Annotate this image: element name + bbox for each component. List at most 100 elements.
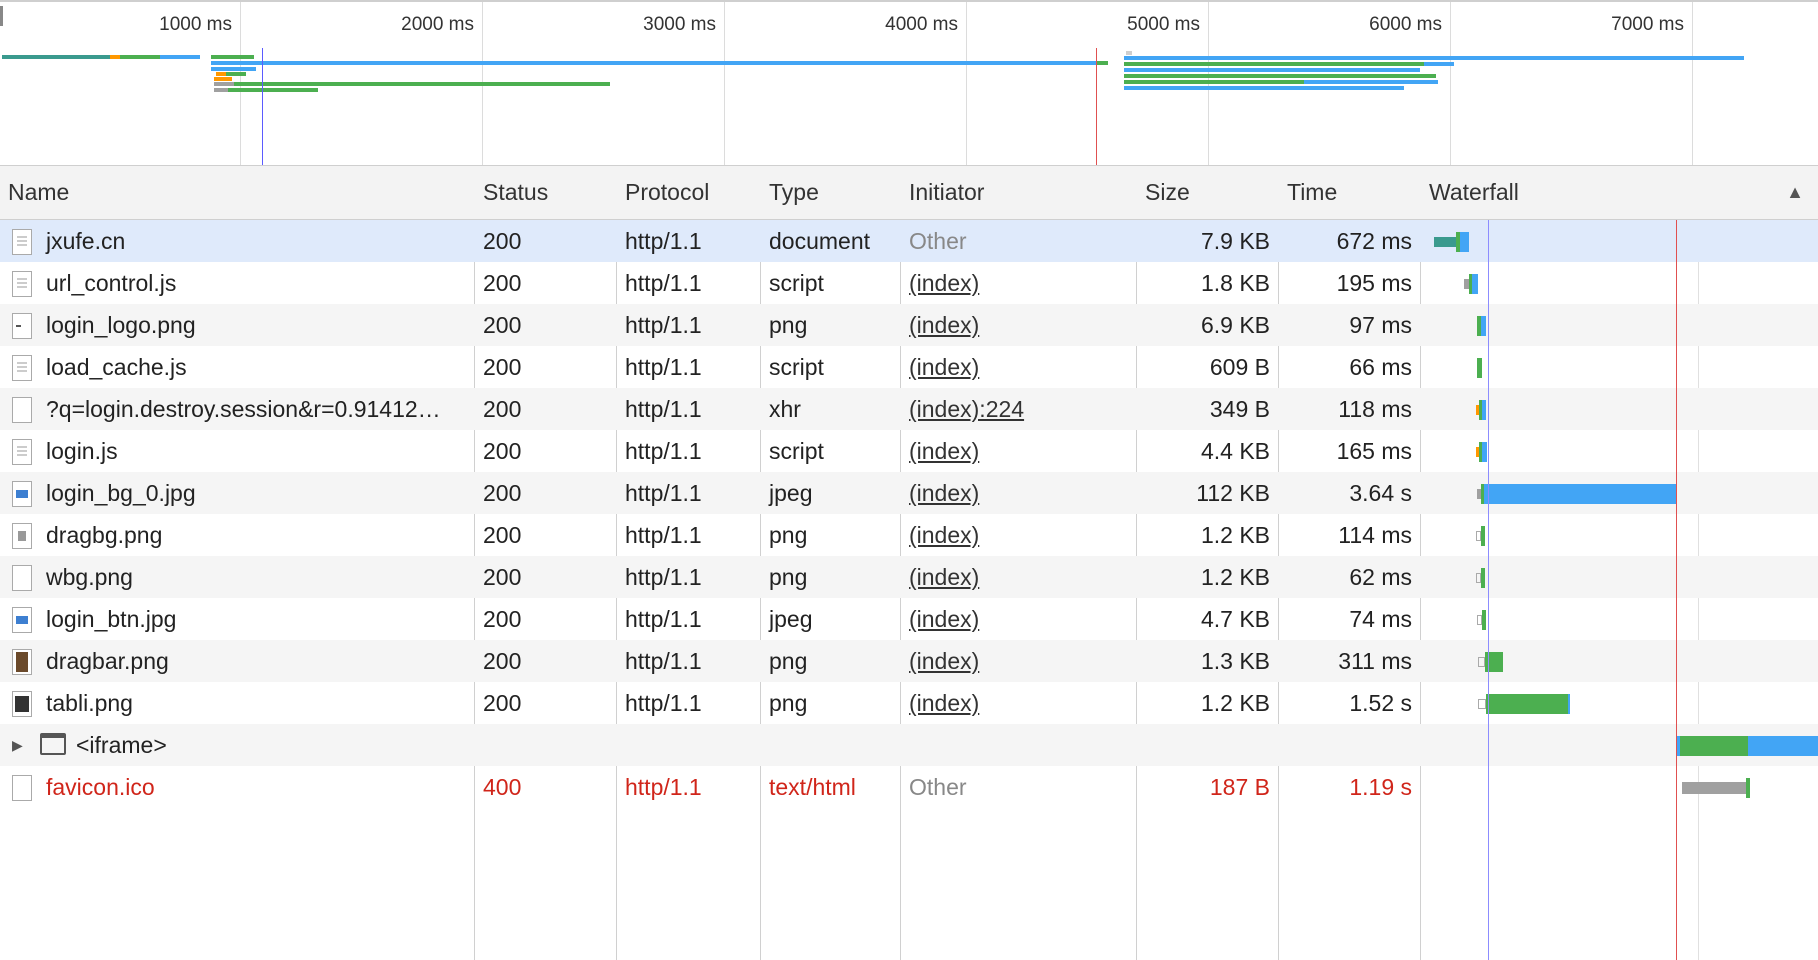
initiator-link[interactable]: (index) bbox=[909, 606, 979, 632]
table-row[interactable]: ▶ <iframe> bbox=[0, 724, 1818, 766]
request-name[interactable]: tabli.png bbox=[38, 682, 474, 724]
request-size: 4.4 KB bbox=[1200, 438, 1270, 464]
request-initiator: Other bbox=[909, 774, 967, 800]
column-header-protocol[interactable]: Protocol bbox=[617, 166, 760, 219]
request-size: 7.9 KB bbox=[1200, 228, 1270, 254]
request-name[interactable]: favicon.ico bbox=[38, 766, 474, 808]
request-name[interactable]: wbg.png bbox=[38, 556, 474, 598]
initiator-link[interactable]: (index) bbox=[909, 690, 979, 716]
blank-file-icon bbox=[12, 397, 32, 423]
request-name[interactable]: url_control.js bbox=[38, 262, 474, 304]
column-header-type[interactable]: Type bbox=[761, 166, 900, 219]
table-row[interactable]: load_cache.js 200 http/1.1 script (index… bbox=[0, 346, 1818, 388]
initiator-link[interactable]: (index) bbox=[909, 522, 979, 548]
table-row[interactable]: login_bg_0.jpg 200 http/1.1 jpeg (index)… bbox=[0, 472, 1818, 514]
request-name[interactable]: ?q=login.destroy.session&r=0.91412… bbox=[38, 388, 474, 430]
request-initiator[interactable]: (index) bbox=[901, 304, 1136, 346]
column-header-time[interactable]: Time bbox=[1279, 166, 1420, 219]
request-name[interactable]: login_logo.png bbox=[38, 304, 474, 346]
waterfall-bar[interactable] bbox=[1482, 400, 1486, 420]
waterfall-bar[interactable] bbox=[1481, 316, 1486, 336]
domcontentloaded-marker bbox=[1488, 220, 1489, 960]
request-initiator[interactable]: (index) bbox=[901, 640, 1136, 682]
column-header-status[interactable]: Status bbox=[475, 166, 616, 219]
table-row[interactable]: wbg.png 200 http/1.1 png (index) 1.2 KB … bbox=[0, 556, 1818, 598]
waterfall-bar[interactable] bbox=[1484, 484, 1676, 504]
column-header-initiator[interactable]: Initiator bbox=[901, 166, 1136, 219]
request-initiator[interactable]: (index) bbox=[901, 346, 1136, 388]
request-name[interactable]: dragbar.png bbox=[38, 640, 474, 682]
request-initiator[interactable]: (index):224 bbox=[901, 388, 1136, 430]
request-initiator: Other bbox=[909, 228, 967, 254]
waterfall-bar[interactable] bbox=[1482, 442, 1487, 462]
request-protocol: http/1.1 bbox=[625, 228, 702, 254]
request-initiator[interactable]: (index) bbox=[901, 262, 1136, 304]
waterfall-bar[interactable] bbox=[1746, 778, 1750, 798]
table-row[interactable]: dragbg.png 200 http/1.1 png (index) 1.2 … bbox=[0, 514, 1818, 556]
initiator-link[interactable]: (index) bbox=[909, 564, 979, 590]
waterfall-bar[interactable] bbox=[1748, 736, 1818, 756]
column-header-size[interactable]: Size bbox=[1137, 166, 1278, 219]
waterfall-bar[interactable] bbox=[1478, 657, 1485, 667]
overview-tick-label: 3000 ms bbox=[643, 14, 716, 35]
table-row[interactable]: favicon.ico 400 http/1.1 text/html Other… bbox=[0, 766, 1818, 808]
request-initiator[interactable]: (index) bbox=[901, 682, 1136, 724]
request-type: png bbox=[769, 312, 808, 338]
table-row[interactable]: login_btn.jpg 200 http/1.1 jpeg (index) … bbox=[0, 598, 1818, 640]
timeline-overview[interactable]: 1000 ms 2000 ms 3000 ms 4000 ms 5000 ms … bbox=[0, 0, 1818, 166]
sort-ascending-icon[interactable]: ▲ bbox=[1786, 166, 1804, 219]
waterfall-bar[interactable] bbox=[1682, 782, 1746, 794]
initiator-link[interactable]: (index) bbox=[909, 270, 979, 296]
request-name[interactable]: login_bg_0.jpg bbox=[38, 472, 474, 514]
column-header-waterfall[interactable]: Waterfall ▲ bbox=[1421, 166, 1818, 219]
waterfall-bar[interactable] bbox=[1486, 694, 1568, 714]
waterfall-bar[interactable] bbox=[1481, 568, 1485, 588]
initiator-link[interactable]: (index) bbox=[909, 648, 979, 674]
request-initiator[interactable]: (index) bbox=[901, 430, 1136, 472]
initiator-link[interactable]: (index) bbox=[909, 438, 979, 464]
request-name[interactable]: login_btn.jpg bbox=[38, 598, 474, 640]
request-name[interactable]: <iframe> bbox=[68, 724, 474, 766]
request-name[interactable]: dragbg.png bbox=[38, 514, 474, 556]
request-name[interactable]: load_cache.js bbox=[38, 346, 474, 388]
overview-gridline bbox=[1692, 2, 1693, 165]
waterfall-bar[interactable] bbox=[1482, 610, 1486, 630]
initiator-link[interactable]: (index):224 bbox=[909, 396, 1024, 422]
initiator-link[interactable]: (index) bbox=[909, 312, 979, 338]
table-row[interactable]: url_control.js 200 http/1.1 script (inde… bbox=[0, 262, 1818, 304]
waterfall-bar[interactable] bbox=[1460, 232, 1469, 252]
table-row[interactable]: ?q=login.destroy.session&r=0.91412… 200 … bbox=[0, 388, 1818, 430]
waterfall-bar[interactable] bbox=[1568, 694, 1570, 714]
expand-triangle-icon[interactable]: ▶ bbox=[12, 724, 23, 766]
waterfall-bar[interactable] bbox=[1434, 237, 1456, 247]
request-status: 200 bbox=[483, 396, 522, 422]
request-protocol: http/1.1 bbox=[625, 354, 702, 380]
request-initiator[interactable]: (index) bbox=[901, 514, 1136, 556]
waterfall-bar[interactable] bbox=[1680, 736, 1748, 756]
overview-left-handle[interactable] bbox=[0, 6, 3, 26]
table-row[interactable]: jxufe.cn 200 http/1.1 document Other 7.9… bbox=[0, 220, 1818, 262]
image-thumbnail bbox=[18, 531, 26, 541]
table-row[interactable]: login_logo.png 200 http/1.1 png (index) … bbox=[0, 304, 1818, 346]
request-name[interactable]: login.js bbox=[38, 430, 474, 472]
request-initiator[interactable]: (index) bbox=[901, 472, 1136, 514]
table-row[interactable]: login.js 200 http/1.1 script (index) 4.4… bbox=[0, 430, 1818, 472]
load-event-marker bbox=[1096, 48, 1097, 165]
initiator-link[interactable]: (index) bbox=[909, 480, 979, 506]
image-thumbnail bbox=[16, 490, 28, 498]
request-initiator[interactable]: (index) bbox=[901, 598, 1136, 640]
waterfall-bar[interactable] bbox=[1481, 526, 1485, 546]
table-row[interactable]: dragbar.png 200 http/1.1 png (index) 1.3… bbox=[0, 640, 1818, 682]
overview-tick-label: 6000 ms bbox=[1369, 14, 1442, 35]
request-name[interactable]: jxufe.cn bbox=[38, 220, 474, 262]
request-type: png bbox=[769, 564, 808, 590]
table-row[interactable]: tabli.png 200 http/1.1 png (index) 1.2 K… bbox=[0, 682, 1818, 724]
waterfall-bar[interactable] bbox=[1472, 274, 1478, 294]
waterfall-bar[interactable] bbox=[1477, 358, 1482, 378]
image-file-icon bbox=[12, 313, 32, 339]
column-header-name[interactable]: Name bbox=[0, 166, 474, 219]
waterfall-bar[interactable] bbox=[1478, 699, 1486, 709]
initiator-link[interactable]: (index) bbox=[909, 354, 979, 380]
request-initiator[interactable]: (index) bbox=[901, 556, 1136, 598]
image-file-icon bbox=[12, 607, 32, 633]
